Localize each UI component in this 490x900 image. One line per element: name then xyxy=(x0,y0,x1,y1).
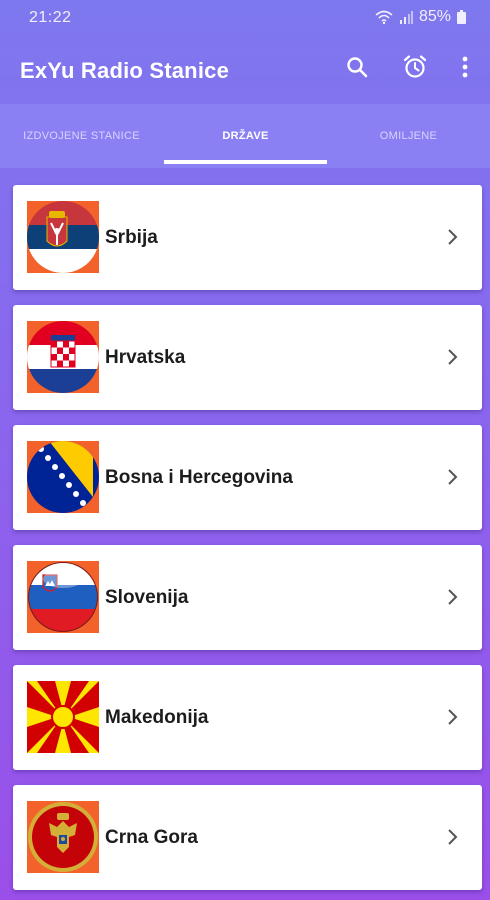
country-item-macedonia[interactable]: Makedonija xyxy=(13,665,482,770)
chevron-right-icon xyxy=(446,347,460,367)
country-name: Bosna i Hercegovina xyxy=(105,467,293,488)
tab-favorites[interactable]: OMILJENE xyxy=(327,104,490,168)
active-tab-indicator xyxy=(164,160,327,164)
battery-icon xyxy=(457,10,466,24)
chevron-right-icon xyxy=(446,467,460,487)
country-name: Crna Gora xyxy=(105,827,198,848)
search-button[interactable] xyxy=(342,54,372,84)
croatia-flag-icon xyxy=(27,321,99,393)
serbia-flag-icon xyxy=(27,201,99,273)
battery-percent: 85% xyxy=(418,8,451,25)
country-name: Slovenija xyxy=(105,587,189,608)
chevron-right-icon xyxy=(446,827,460,847)
alarm-button[interactable] xyxy=(400,54,430,84)
chevron-right-icon xyxy=(446,227,460,247)
app-bar: ExYu Radio Stanice xyxy=(0,36,490,104)
country-name: Makedonija xyxy=(105,707,209,728)
more-vert-icon xyxy=(461,56,469,83)
country-name: Srbija xyxy=(105,227,158,248)
signal-icon xyxy=(399,10,413,24)
status-time: 21:22 xyxy=(29,9,72,26)
status-indicators: 85% xyxy=(375,8,466,26)
country-item-montenegro[interactable]: Crna Gora xyxy=(13,785,482,890)
slovenia-flag-icon xyxy=(27,561,99,633)
macedonia-flag-icon xyxy=(27,681,99,753)
bosnia-flag-icon xyxy=(27,441,99,513)
status-bar: 21:22 85% xyxy=(0,0,490,36)
search-icon xyxy=(345,55,369,84)
tab-featured-stations[interactable]: IZDVOJENE STANICE xyxy=(0,104,163,168)
chevron-right-icon xyxy=(446,707,460,727)
country-item-serbia[interactable]: Srbija xyxy=(13,185,482,290)
country-item-slovenia[interactable]: Slovenija xyxy=(13,545,482,650)
montenegro-flag-icon xyxy=(27,801,99,873)
chevron-right-icon xyxy=(446,587,460,607)
wifi-icon xyxy=(375,10,393,24)
alarm-clock-icon xyxy=(402,54,428,85)
app-title: ExYu Radio Stanice xyxy=(20,58,230,83)
more-options-button[interactable] xyxy=(450,54,480,84)
country-item-croatia[interactable]: Hrvatska xyxy=(13,305,482,410)
tab-bar: IZDVOJENE STANICE DRŽAVE OMILJENE xyxy=(0,104,490,168)
country-name: Hrvatska xyxy=(105,347,186,368)
tab-countries[interactable]: DRŽAVE xyxy=(164,104,327,168)
country-item-bosnia[interactable]: Bosna i Hercegovina xyxy=(13,425,482,530)
